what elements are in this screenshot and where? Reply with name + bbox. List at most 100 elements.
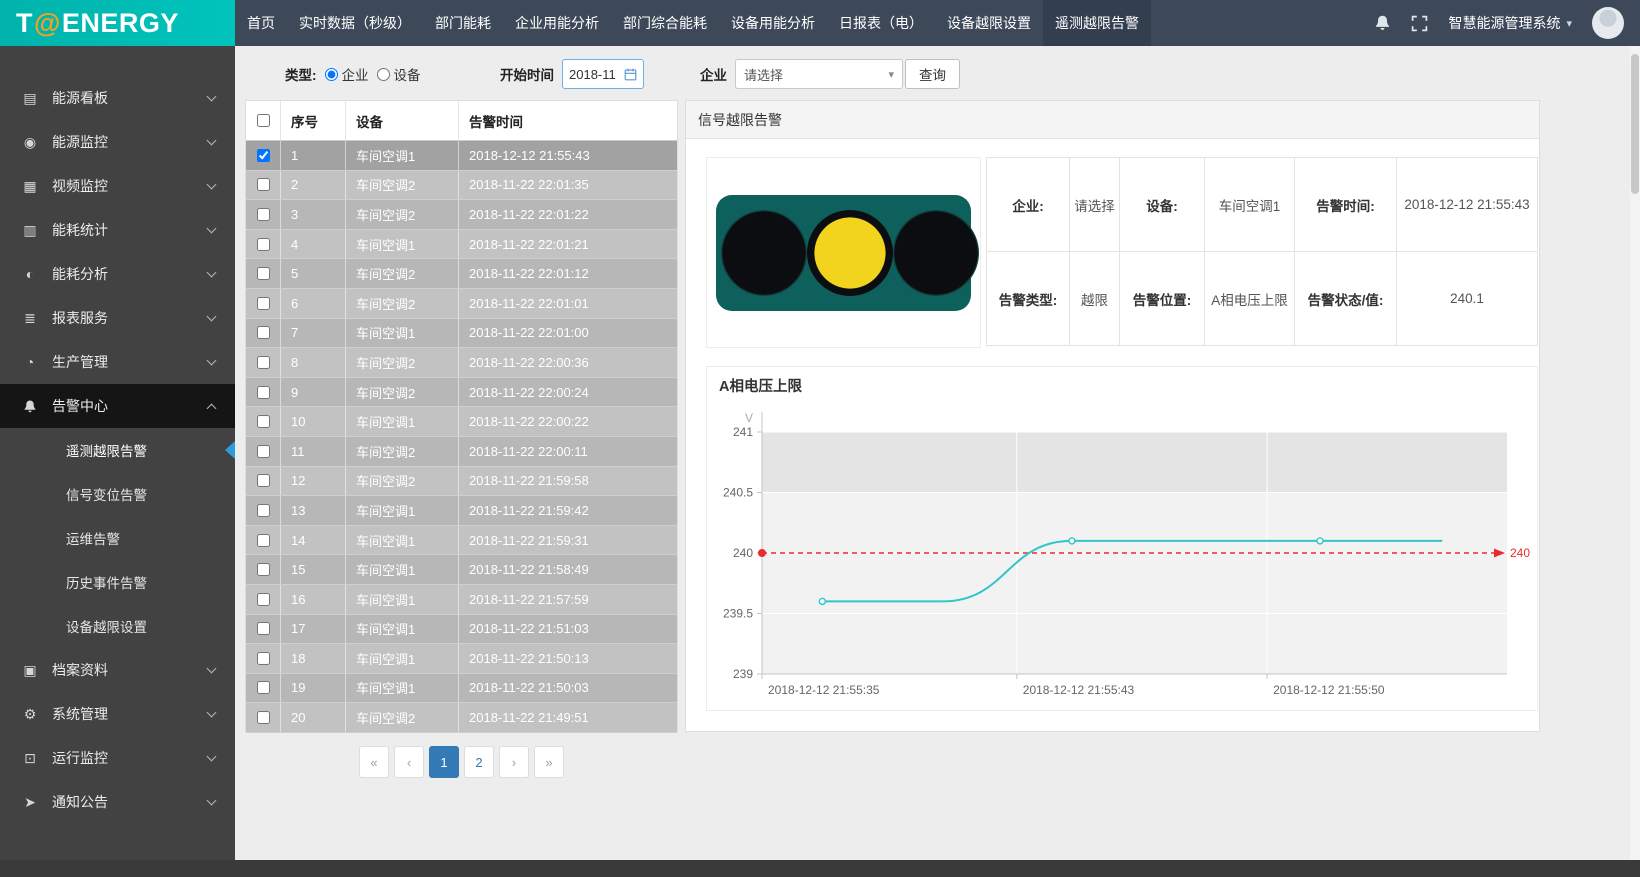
sidebar-item[interactable]: ➤通知公告 [0,780,235,824]
sidebar-item-label: 能源看板 [52,88,208,108]
table-row[interactable]: 13车间空调12018-11-22 21:59:42 [246,496,677,526]
sidebar-item[interactable]: 告警中心 [0,384,235,428]
page-prev-button[interactable]: ‹ [394,746,424,778]
sidebar-item[interactable]: ≣报表服务 [0,296,235,340]
table-row[interactable]: 17车间空调12018-11-22 21:51:03 [246,615,677,645]
radio-device-input[interactable] [377,68,390,81]
row-checkbox[interactable] [257,238,270,251]
row-checkbox[interactable] [257,297,270,310]
sidebar-subitem[interactable]: 遥测越限告警 [0,428,235,472]
info-time-label: 告警时间: [1295,158,1397,252]
dashboard-icon: ▤ [20,90,40,107]
sidebar-subitem[interactable]: 历史事件告警 [0,560,235,604]
row-checkbox[interactable] [257,504,270,517]
cell-device: 车间空调1 [346,496,459,525]
sidebar-item[interactable]: ⊡运行监控 [0,736,235,780]
row-checkbox[interactable] [257,178,270,191]
sidebar-item[interactable]: ▥能耗统计 [0,208,235,252]
sidebar-item[interactable]: ◔生产管理 [0,340,235,384]
nav-item[interactable]: 设备用能分析 [719,0,827,46]
search-button[interactable]: 查询 [905,59,960,89]
table-row[interactable]: 12车间空调22018-11-22 21:59:58 [246,467,677,497]
nav-item[interactable]: 部门综合能耗 [611,0,719,46]
row-checkbox[interactable] [257,622,270,635]
nav-item[interactable]: 企业用能分析 [503,0,611,46]
energy-analysis-icon: ◐ [20,266,40,282]
table-row[interactable]: 8车间空调22018-11-22 22:00:36 [246,348,677,378]
row-checkbox[interactable] [257,149,270,162]
table-row[interactable]: 14车间空调12018-11-22 21:59:31 [246,526,677,556]
nav-item[interactable]: 遥测越限告警 [1043,0,1151,46]
nav-item[interactable]: 设备越限设置 [935,0,1043,46]
sidebar-item[interactable]: ◐能耗分析 [0,252,235,296]
table-row[interactable]: 16车间空调12018-11-22 21:57:59 [246,585,677,615]
nav-item[interactable]: 部门能耗 [423,0,503,46]
page-number-button[interactable]: 2 [464,746,494,778]
table-row[interactable]: 2车间空调22018-11-22 22:01:35 [246,171,677,201]
nav-item[interactable]: 实时数据（秒级） [287,0,423,46]
row-checkbox[interactable] [257,267,270,280]
row-checkbox[interactable] [257,208,270,221]
page-number-button[interactable]: 1 [429,746,459,778]
svg-text:239: 239 [733,667,753,681]
svg-text:2018-12-12 21:55:50: 2018-12-12 21:55:50 [1273,683,1385,697]
sidebar-item[interactable]: ▣档案资料 [0,648,235,692]
footer-bar [0,860,1640,877]
sidebar-subitem[interactable]: 运维告警 [0,516,235,560]
table-row[interactable]: 11车间空调22018-11-22 22:00:11 [246,437,677,467]
table-row[interactable]: 18车间空调12018-11-22 21:50:13 [246,644,677,674]
table-row[interactable]: 4车间空调12018-11-22 22:01:21 [246,230,677,260]
row-checkbox[interactable] [257,474,270,487]
scrollbar-thumb[interactable] [1631,54,1639,194]
nav-item[interactable]: 首页 [235,0,287,46]
cell-time: 2018-11-22 22:01:21 [459,230,677,259]
sidebar-item[interactable]: ▦视频监控 [0,164,235,208]
logo[interactable]: T@ENERGY [0,0,235,46]
row-checkbox[interactable] [257,386,270,399]
table-row[interactable]: 6车间空调22018-11-22 22:01:01 [246,289,677,319]
page-first-button[interactable]: « [359,746,389,778]
enterprise-select[interactable]: 请选择 ▾ [735,59,903,89]
sidebar-item[interactable]: ⚙系统管理 [0,692,235,736]
row-checkbox[interactable] [257,415,270,428]
calendar-icon[interactable] [624,68,637,81]
row-checkbox[interactable] [257,563,270,576]
radio-device[interactable]: 设备 [377,64,421,84]
sidebar-item[interactable]: ▤ 能源看板 [0,76,235,120]
sidebar-subitem[interactable]: 信号变位告警 [0,472,235,516]
scrollbar[interactable] [1630,46,1640,877]
table-row[interactable]: 3车间空调22018-11-22 22:01:22 [246,200,677,230]
table-row[interactable]: 1车间空调12018-12-12 21:55:43 [246,141,677,171]
table-row[interactable]: 19车间空调12018-11-22 21:50:03 [246,674,677,704]
table-row[interactable]: 5车间空调22018-11-22 22:01:12 [246,259,677,289]
page-next-button[interactable]: › [499,746,529,778]
radio-enterprise-input[interactable] [325,68,338,81]
table-row[interactable]: 10车间空调12018-11-22 22:00:22 [246,407,677,437]
row-checkbox[interactable] [257,445,270,458]
fullscreen-icon[interactable] [1411,15,1428,32]
row-checkbox[interactable] [257,534,270,547]
table-row[interactable]: 7车间空调12018-11-22 22:01:00 [246,319,677,349]
nav-item[interactable]: 日报表（电） [827,0,935,46]
cell-time: 2018-11-22 21:50:13 [459,644,677,673]
cell-index: 11 [281,437,346,466]
radio-enterprise[interactable]: 企业 [325,64,369,84]
sidebar-item[interactable]: ◉能源监控 [0,120,235,164]
row-checkbox[interactable] [257,326,270,339]
row-checkbox[interactable] [257,681,270,694]
system-name-menu[interactable]: 智慧能源管理系统 ▾ [1448,13,1572,33]
row-checkbox[interactable] [257,356,270,369]
table-row[interactable]: 20车间空调22018-11-22 21:49:51 [246,703,677,733]
sidebar-subitem[interactable]: 设备越限设置 [0,604,235,648]
page-last-button[interactable]: » [534,746,564,778]
avatar[interactable] [1592,7,1624,39]
table-row[interactable]: 9车间空调22018-11-22 22:00:24 [246,378,677,408]
row-checkbox[interactable] [257,652,270,665]
row-checkbox[interactable] [257,593,270,606]
select-all-checkbox[interactable] [257,114,270,127]
table-row[interactable]: 15车间空调12018-11-22 21:58:49 [246,555,677,585]
start-time-input[interactable]: 2018-11 [562,59,644,89]
notifications-bell-icon[interactable] [1374,14,1391,32]
row-checkbox[interactable] [257,711,270,724]
cell-time: 2018-11-22 21:58:49 [459,555,677,584]
